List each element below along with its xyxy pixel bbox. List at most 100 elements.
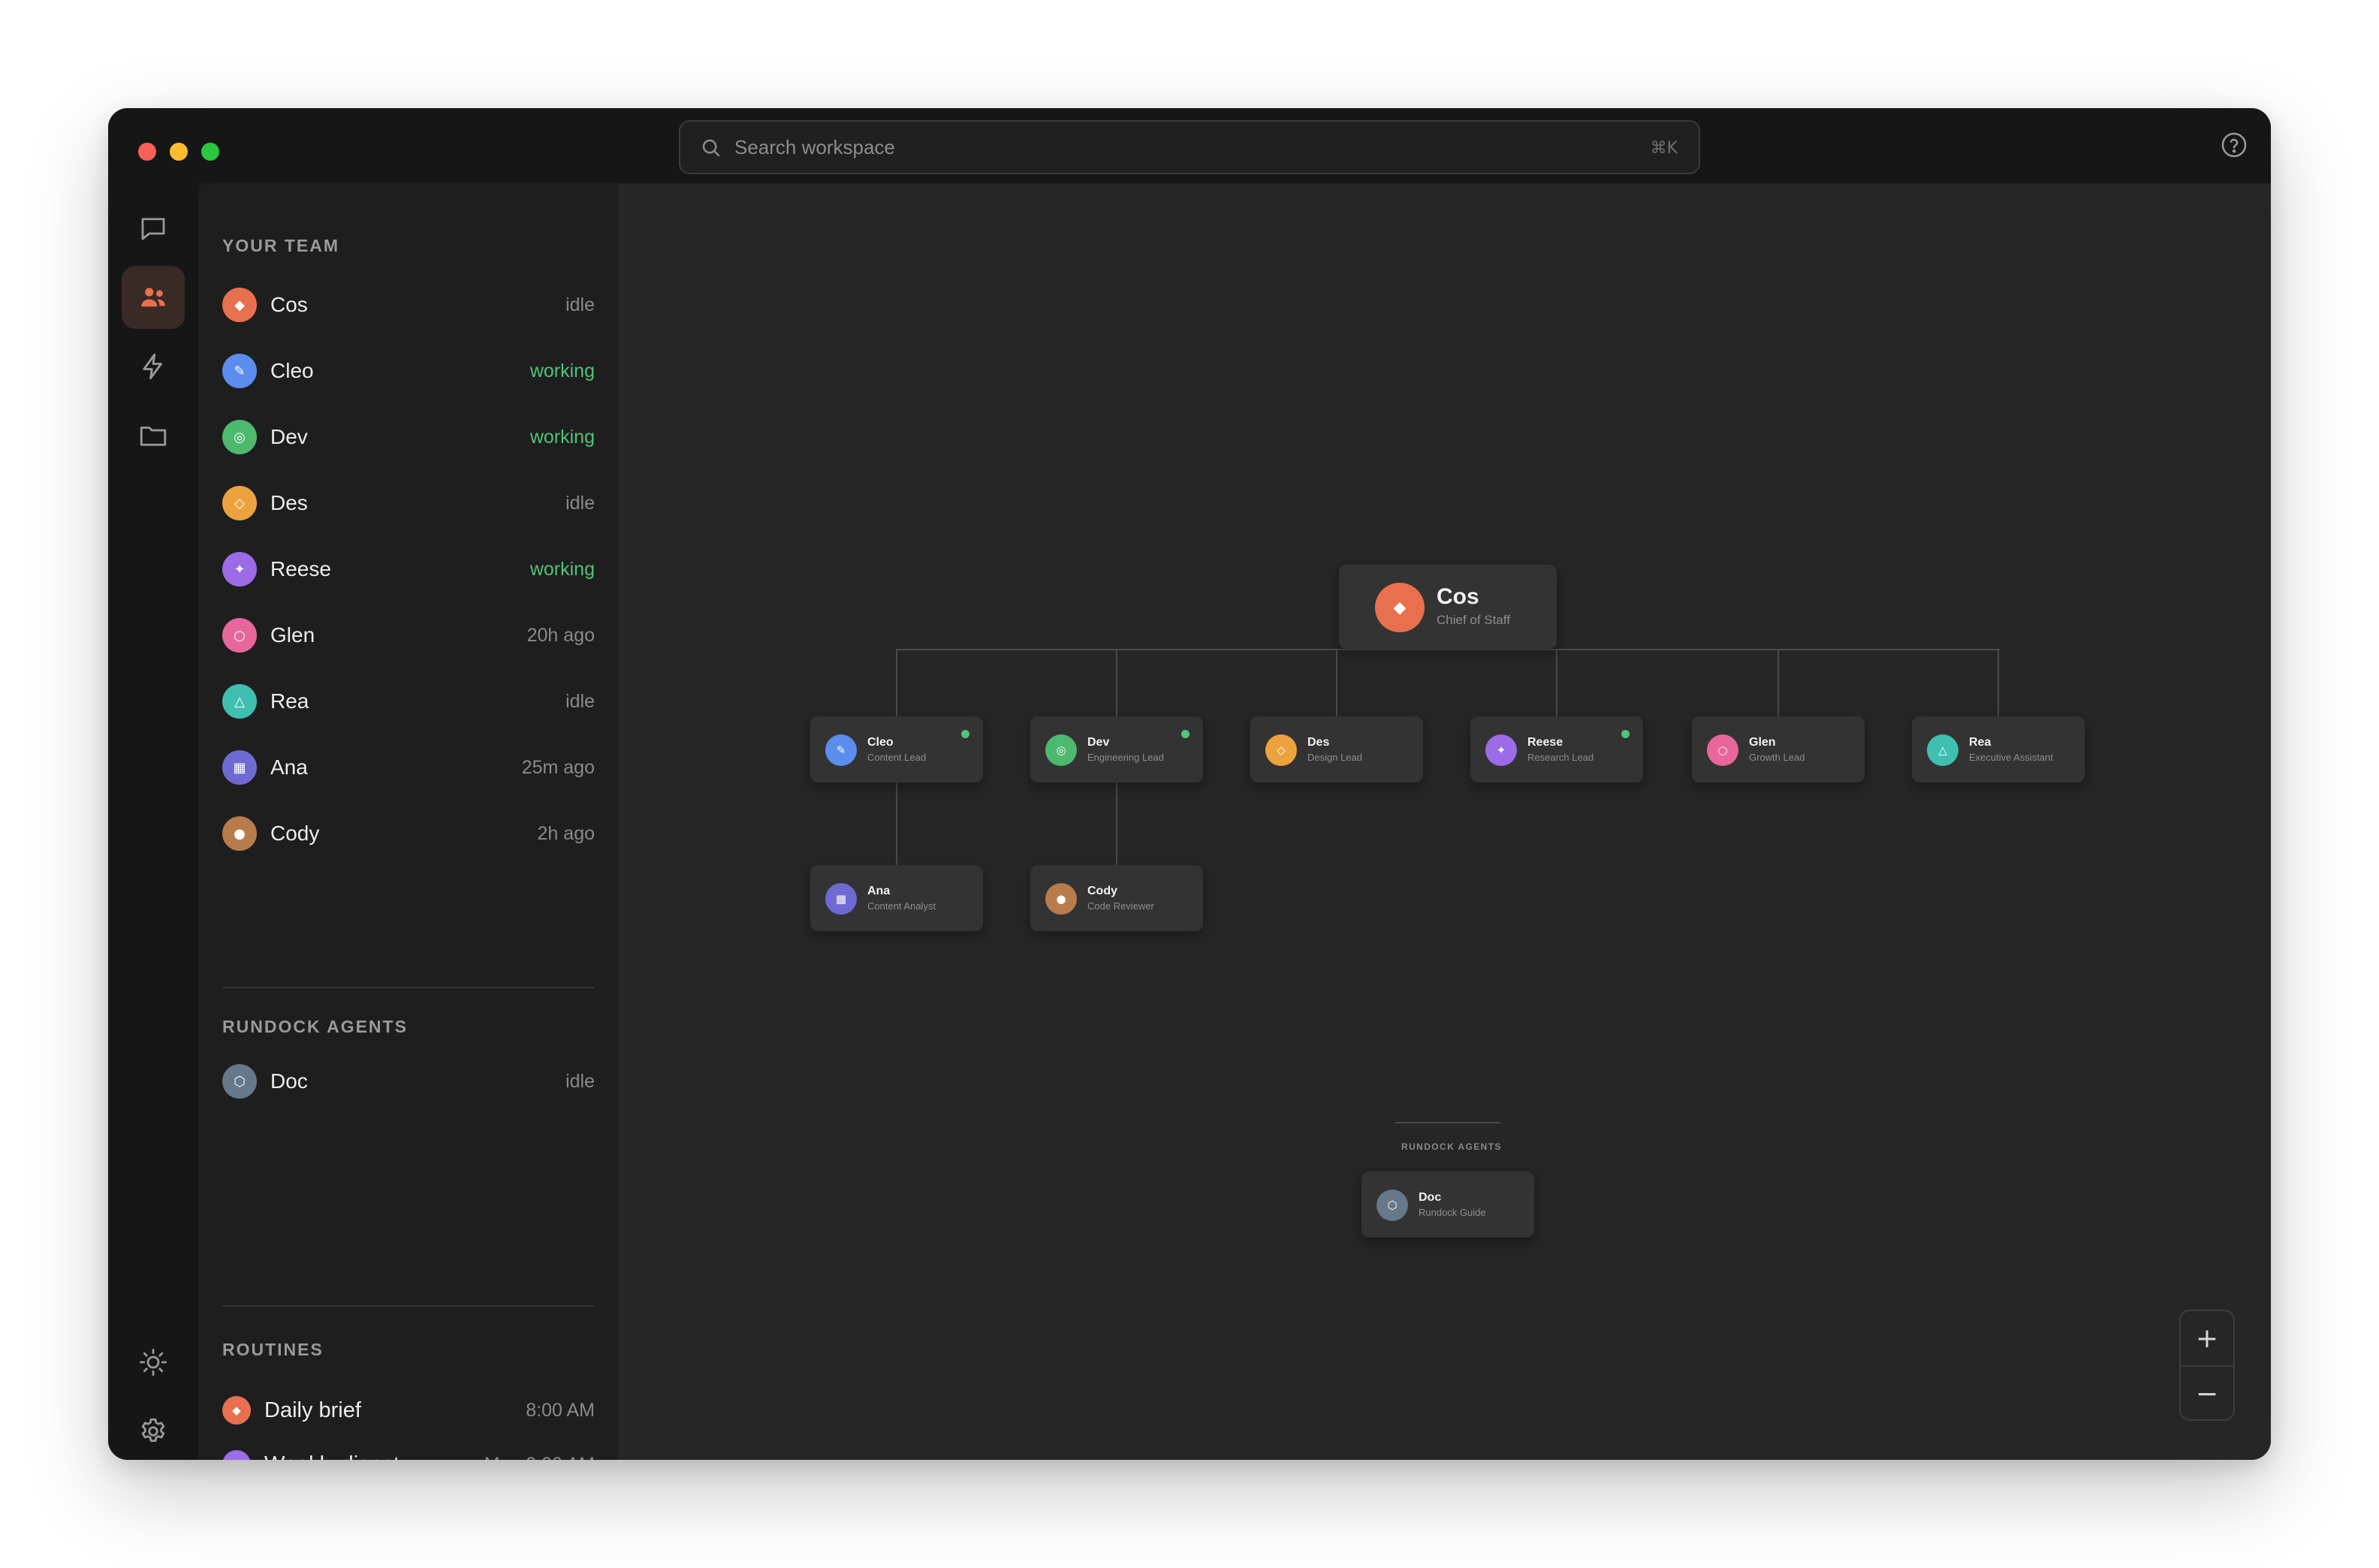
org-node-cleo[interactable]: ✎ Cleo Content Lead xyxy=(810,716,983,782)
node-name: Des xyxy=(1307,736,1330,749)
team-member-cos[interactable]: ◆ Cos idle xyxy=(222,282,595,327)
title-bar: Search workspace ⌘K xyxy=(108,108,2271,183)
agent-doc[interactable]: ⬡ Doc idle xyxy=(222,1059,595,1104)
settings-button[interactable] xyxy=(122,1400,185,1460)
chat-icon xyxy=(141,218,165,240)
online-indicator xyxy=(1181,730,1190,738)
org-node-reese[interactable]: ✦ Reese Research Lead xyxy=(1470,716,1643,782)
team-member-rea[interactable]: △ Rea idle xyxy=(222,679,595,724)
connector-line xyxy=(1777,649,1779,716)
connector-line xyxy=(1556,649,1557,716)
avatar: ▦ xyxy=(222,750,257,785)
avatar: ⬡ xyxy=(222,1064,257,1099)
org-node-cody[interactable]: ● Cody Code Reviewer xyxy=(1030,865,1203,931)
node-name: Rea xyxy=(1969,736,1992,749)
zoom-controls: + − xyxy=(2179,1310,2235,1421)
node-avatar: △ xyxy=(1927,734,1958,766)
folder-icon xyxy=(140,427,167,446)
node-role: Rundock Guide xyxy=(1419,1207,1486,1218)
node-name: Doc xyxy=(1419,1191,1442,1204)
avatar: ◇ xyxy=(222,486,257,520)
org-node-dev[interactable]: ◎ Dev Engineering Lead xyxy=(1030,716,1203,782)
avatar: ○ xyxy=(222,618,257,653)
member-name: Rea xyxy=(270,689,309,713)
online-indicator xyxy=(961,730,969,738)
team-member-cody[interactable]: ● Cody 2h ago xyxy=(222,811,595,856)
org-node-des[interactable]: ◇ Des Design Lead xyxy=(1250,716,1423,782)
files-nav-button[interactable] xyxy=(122,404,185,467)
member-name: Glen xyxy=(270,623,315,647)
icon-rail xyxy=(108,183,198,1460)
node-avatar: ◎ xyxy=(1045,734,1077,766)
minimize-window-button[interactable] xyxy=(170,143,188,161)
org-node-doc[interactable]: ⬡ Doc Rundock Guide xyxy=(1361,1171,1534,1238)
member-status: working xyxy=(529,558,595,580)
routine-name: Weekly digest xyxy=(264,1452,400,1461)
avatar: ● xyxy=(222,816,257,851)
maximize-window-button[interactable] xyxy=(201,143,219,161)
search-shortcut: ⌘K xyxy=(1650,139,1678,158)
org-node-glen[interactable]: ○ Glen Growth Lead xyxy=(1692,716,1865,782)
org-node-ana[interactable]: ▦ Ana Content Analyst xyxy=(810,865,983,931)
rundock-agents-heading: RUNDOCK AGENTS xyxy=(222,1017,408,1036)
search-icon xyxy=(702,139,720,157)
close-window-button[interactable] xyxy=(138,143,156,161)
member-name: Cody xyxy=(270,822,320,845)
avatar: ◆ xyxy=(222,288,257,322)
team-member-glen[interactable]: ○ Glen 20h ago xyxy=(222,613,595,658)
team-nav-button[interactable] xyxy=(122,266,185,329)
org-node-rea[interactable]: △ Rea Executive Assistant xyxy=(1912,716,2085,782)
node-avatar: ◇ xyxy=(1265,734,1297,766)
node-role: Code Reviewer xyxy=(1087,900,1154,912)
node-name: Glen xyxy=(1749,736,1776,749)
org-chart-canvas[interactable]: ◆ Cos Chief of Staff ✎ Cleo Content Lead ◎ Dev E… xyxy=(619,183,2271,1460)
avatar: ✎ xyxy=(222,354,257,388)
node-avatar: ◆ xyxy=(1375,583,1425,632)
node-role: Executive Assistant xyxy=(1969,752,2053,763)
member-name: Des xyxy=(270,491,308,514)
org-node-cos[interactable]: ◆ Cos Chief of Staff xyxy=(1339,565,1557,649)
member-status: 25m ago xyxy=(521,756,595,778)
member-status: 20h ago xyxy=(526,624,595,646)
team-member-reese[interactable]: ✦ Reese working xyxy=(222,547,595,592)
routines-nav-button[interactable] xyxy=(122,335,185,398)
app-window: Search workspace ⌘K YOUR TEAM ◆ Cos idle… xyxy=(108,108,2271,1460)
node-avatar: ✦ xyxy=(1485,734,1517,766)
chat-nav-button[interactable] xyxy=(122,197,185,260)
member-status: idle xyxy=(565,294,595,315)
team-member-cleo[interactable]: ✎ Cleo working xyxy=(222,348,595,394)
node-name: Cleo xyxy=(867,736,894,749)
member-status: idle xyxy=(565,492,595,514)
zoom-in-button[interactable]: + xyxy=(2181,1311,2233,1365)
node-avatar: ✎ xyxy=(825,734,857,766)
search-bar[interactable]: Search workspace ⌘K xyxy=(679,120,1700,174)
node-name: Reese xyxy=(1527,736,1563,749)
team-member-des[interactable]: ◇ Des idle xyxy=(222,481,595,526)
search-placeholder: Search workspace xyxy=(734,136,895,158)
node-name: Dev xyxy=(1087,736,1110,749)
team-member-ana[interactable]: ▦ Ana 25m ago xyxy=(222,745,595,790)
routine-time: 8:00 AM xyxy=(526,1399,595,1421)
node-role: Research Lead xyxy=(1527,752,1594,763)
node-name: Cos xyxy=(1437,584,1479,609)
theme-toggle-button[interactable] xyxy=(122,1331,185,1394)
routine-item[interactable]: ◆ Daily brief 8:00 AM xyxy=(222,1388,595,1433)
routine-icon: ◆ xyxy=(222,1396,251,1425)
lightning-icon xyxy=(143,353,162,380)
routine-item[interactable]: ✦ Weekly digest Mon 9:00 AM xyxy=(222,1442,595,1460)
connector-line xyxy=(897,649,2000,650)
sun-icon xyxy=(139,1348,167,1377)
routine-name: Daily brief xyxy=(264,1398,361,1422)
sidebar-divider xyxy=(222,987,595,988)
team-member-dev[interactable]: ◎ Dev working xyxy=(222,415,595,460)
member-name: Dev xyxy=(270,425,308,448)
team-icon xyxy=(141,288,165,307)
rundock-agents-label: RUNDOCK AGENTS xyxy=(1401,1141,1502,1152)
member-status: idle xyxy=(565,690,595,712)
zoom-out-button[interactable]: − xyxy=(2181,1367,2233,1421)
avatar: ◎ xyxy=(222,420,257,454)
help-icon[interactable] xyxy=(2220,131,2248,159)
member-name: Cleo xyxy=(270,359,314,382)
connector-line xyxy=(1998,649,1999,716)
connector-line xyxy=(1395,1122,1500,1123)
